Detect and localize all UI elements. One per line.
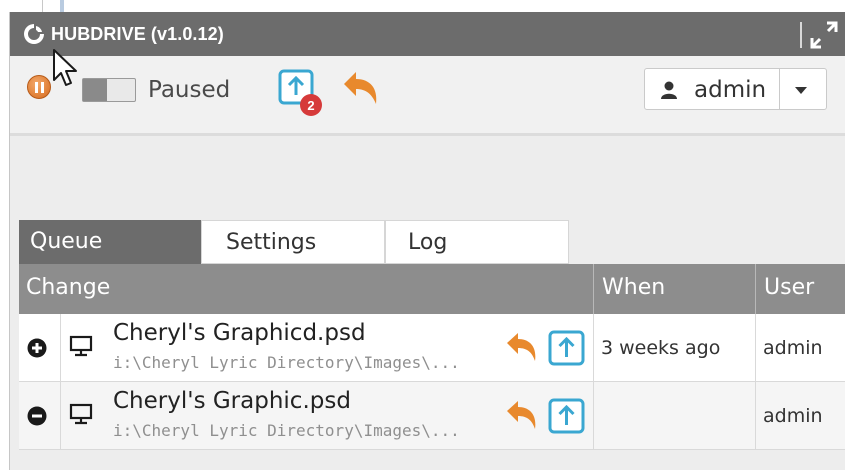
pause-icon[interactable] <box>27 75 51 99</box>
undo-icon[interactable] <box>340 68 384 108</box>
upload-icon[interactable]: 2 <box>278 69 330 119</box>
tab-queue[interactable]: Queue <box>19 220 201 264</box>
column-header-when[interactable]: When <box>593 264 755 314</box>
sync-toggle-switch[interactable] <box>82 78 136 102</box>
window-title: HUBDRIVE (v1.0.12) <box>51 24 224 44</box>
undo-icon[interactable] <box>504 330 542 364</box>
column-header-user[interactable]: User <box>755 264 845 314</box>
user-menu-divider <box>779 69 780 109</box>
upload-badge: 2 <box>307 98 314 113</box>
file-path: i:\Cheryl Lyric Directory\Images\... <box>113 421 460 440</box>
user-name: admin <box>694 77 767 103</box>
row-divider <box>60 314 61 381</box>
computer-icon <box>69 403 93 425</box>
user-icon <box>661 81 677 99</box>
queue-table: Change When User Cheryl's Graphicd.psd i… <box>19 264 845 450</box>
mouse-cursor-icon <box>53 49 77 86</box>
undo-icon[interactable] <box>504 398 542 432</box>
background-marker <box>60 0 64 12</box>
cell-divider <box>593 382 594 449</box>
screen: HUBDRIVE (v1.0.12) Paused 2 admin Queue … <box>0 0 845 470</box>
status-label: Paused <box>148 77 231 103</box>
background-divider <box>42 0 43 12</box>
toolbar: Paused 2 admin <box>10 56 845 136</box>
table-header: Change When User <box>19 264 845 314</box>
change-time: 3 weeks ago <box>601 337 721 359</box>
user-menu-button[interactable]: admin <box>644 68 827 110</box>
background-strip <box>0 0 845 12</box>
title-separator <box>800 22 802 48</box>
file-name: Cheryl's Graphicd.psd <box>113 320 366 346</box>
caret-down-icon[interactable] <box>795 87 807 94</box>
file-path: i:\Cheryl Lyric Directory\Images\... <box>113 353 460 372</box>
tab-log[interactable]: Log <box>385 220 569 264</box>
change-user: admin <box>763 405 823 427</box>
hubdrive-logo-icon <box>24 24 44 44</box>
cell-divider <box>593 314 594 381</box>
cell-divider <box>755 314 756 381</box>
upload-icon[interactable] <box>547 329 587 367</box>
file-name: Cheryl's Graphic.psd <box>113 388 351 414</box>
toggle-knob <box>83 79 107 101</box>
add-icon[interactable] <box>27 338 47 358</box>
row-divider <box>60 382 61 449</box>
hubdrive-window: HUBDRIVE (v1.0.12) Paused 2 admin Queue … <box>9 12 845 470</box>
column-header-change[interactable]: Change <box>19 264 593 314</box>
remove-icon[interactable] <box>27 406 47 426</box>
window-footer <box>10 452 845 470</box>
upload-icon[interactable] <box>547 397 587 435</box>
change-user: admin <box>763 337 823 359</box>
tab-settings[interactable]: Settings <box>201 220 385 264</box>
table-row[interactable]: Cheryl's Graphicd.psd i:\Cheryl Lyric Di… <box>19 314 845 382</box>
resize-icon[interactable] <box>808 20 840 50</box>
table-row[interactable]: Cheryl's Graphic.psd i:\Cheryl Lyric Dir… <box>19 382 845 450</box>
cell-divider <box>755 382 756 449</box>
computer-icon <box>69 335 93 357</box>
title-bar[interactable]: HUBDRIVE (v1.0.12) <box>10 12 845 56</box>
